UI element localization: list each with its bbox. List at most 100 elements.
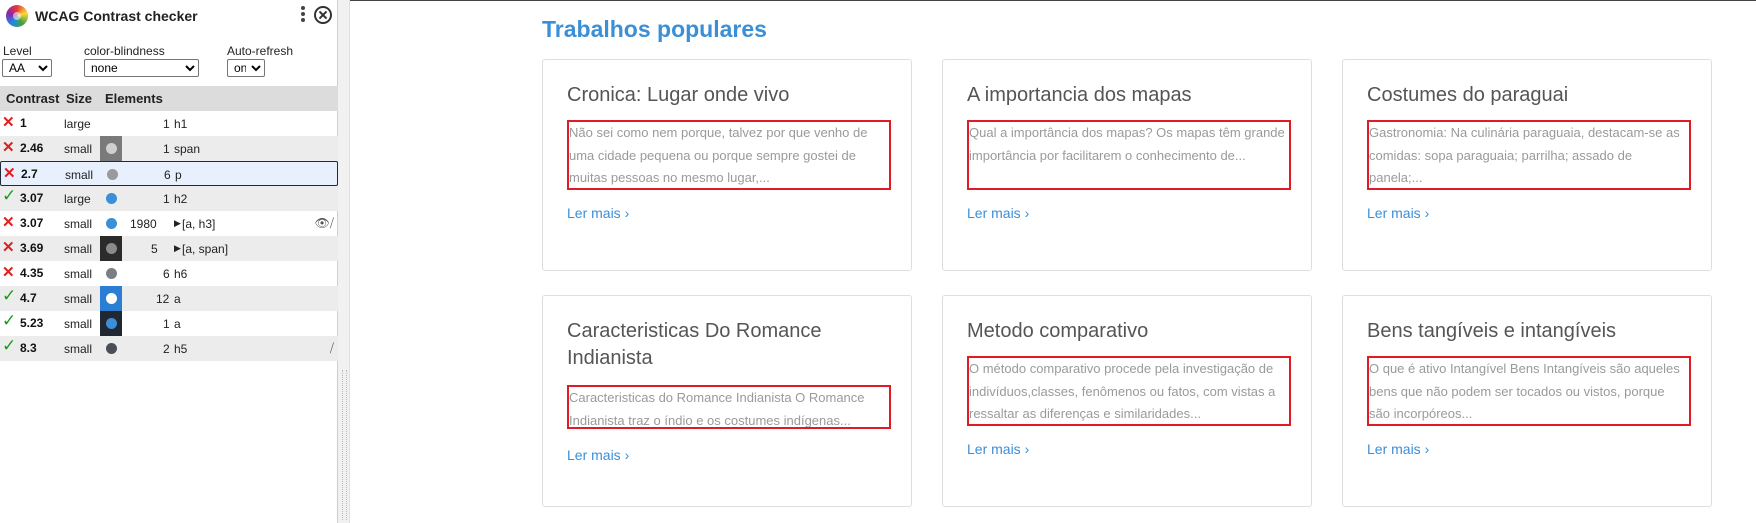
card-excerpt: O método comparativo procede pela invest… — [967, 356, 1291, 426]
element-count: 1 — [163, 142, 170, 156]
contrast-ratio: 5.23 — [20, 316, 44, 330]
contrast-ratio: 4.7 — [20, 291, 37, 305]
fail-x-icon: ✕ — [3, 165, 16, 182]
read-more-link[interactable]: Ler mais › — [967, 205, 1029, 221]
expand-triangle-icon[interactable]: ▶ — [174, 243, 181, 254]
fail-x-icon: ✕ — [2, 239, 15, 256]
card-title[interactable]: A importancia dos mapas — [967, 82, 1287, 109]
expand-triangle-icon[interactable]: ▶ — [174, 218, 181, 229]
read-more-link[interactable]: Ler mais › — [567, 205, 629, 221]
work-card: Caracteristicas Do Romance Indianista Car… — [542, 295, 912, 507]
read-more-link[interactable]: Ler mais › — [1367, 441, 1429, 457]
fail-x-icon: ✕ — [2, 139, 15, 156]
read-more-link[interactable]: Ler mais › — [1367, 205, 1429, 221]
pass-check-icon: ✓ — [2, 311, 17, 330]
fail-x-icon: ✕ — [2, 264, 15, 281]
color-swatch — [106, 218, 117, 229]
contrast-ratio: 3.07 — [20, 216, 44, 230]
element-count: 1 — [163, 192, 170, 206]
work-card: Bens tangíveis e intangíveis O que é ativ… — [1342, 295, 1712, 507]
result-row[interactable]: ✕ 3.07 small 1980 ▶ [a, h3] 👁⧸ — [0, 211, 338, 236]
more-options-icon[interactable] — [298, 5, 308, 27]
contrast-checker-panel: WCAG Contrast checker Level AA color-bli… — [0, 0, 338, 523]
color-swatch — [106, 193, 117, 204]
read-more-link[interactable]: Ler mais › — [967, 441, 1029, 457]
col-elements: Elements — [105, 91, 163, 106]
fail-x-icon: ✕ — [2, 114, 15, 131]
result-row[interactable]: ✕ 3.69 small 5 ▶ [a, span] — [0, 236, 338, 261]
text-size: small — [64, 142, 93, 156]
result-row[interactable]: ✕ 4.35 small 6 h6 — [0, 261, 338, 286]
card-excerpt: Não sei como nem porque, talvez por que … — [567, 120, 891, 190]
result-row[interactable]: ✕ 2.7 small 6 p — [0, 161, 338, 186]
element-count: 1 — [163, 117, 170, 131]
text-size: small — [65, 168, 94, 182]
element-list: a — [174, 292, 181, 306]
color-swatch — [106, 143, 117, 154]
contrast-ratio: 3.07 — [20, 191, 44, 205]
card-title[interactable]: Metodo comparativo — [967, 318, 1287, 345]
card-title[interactable]: Bens tangíveis e intangíveis — [1367, 318, 1687, 345]
color-swatch — [107, 169, 118, 180]
contrast-ratio: 8.3 — [20, 341, 37, 355]
result-row[interactable]: ✕ 2.46 small 1 span — [0, 136, 338, 161]
auto-refresh-label: Auto-refresh — [227, 44, 294, 58]
element-list: [a, h3] — [182, 217, 216, 231]
result-row[interactable]: ✓ 4.7 small 12 a — [0, 286, 338, 311]
level-select[interactable]: AA — [2, 59, 52, 77]
result-row[interactable]: ✕ 1 large 1 h1 — [0, 111, 338, 136]
element-count: 2 — [163, 342, 170, 356]
element-count: 12 — [156, 292, 170, 306]
section-title: Trabalhos populares — [542, 16, 767, 42]
panel-title: WCAG Contrast checker — [35, 8, 198, 24]
card-title[interactable]: Cronica: Lugar onde vivo — [567, 82, 887, 109]
card-excerpt: Caracteristicas do Romance Indianista O … — [567, 385, 891, 429]
element-list: span — [174, 142, 201, 156]
text-size: small — [64, 242, 93, 256]
contrast-ratio: 3.69 — [20, 241, 44, 255]
visibility-toggle-icon[interactable]: 👁⧸ — [315, 216, 334, 231]
contrast-ratio: 2.46 — [20, 141, 44, 155]
element-list: p — [175, 168, 182, 182]
close-icon[interactable] — [314, 6, 332, 24]
col-contrast: Contrast — [6, 91, 60, 106]
contrast-ratio: 1 — [20, 116, 27, 130]
element-count: 1 — [163, 317, 170, 331]
element-count: 6 — [164, 168, 171, 182]
pass-check-icon: ✓ — [2, 336, 17, 355]
element-list: [a, span] — [182, 242, 229, 256]
work-card: Metodo comparativo O método comparativo p… — [942, 295, 1312, 507]
result-row[interactable]: ✓ 3.07 large 1 h2 — [0, 186, 338, 211]
card-excerpt: O que é ativo Intangível Bens Intangívei… — [1367, 356, 1691, 426]
result-row[interactable]: ✓ 8.3 small 2 h5 ⧸ — [0, 336, 338, 361]
element-count: 5 — [151, 242, 158, 256]
auto-refresh-select[interactable]: on — [227, 59, 265, 77]
page-top-border — [350, 0, 1756, 1]
element-list: h2 — [174, 192, 188, 206]
card-title[interactable]: Costumes do paraguai — [1367, 82, 1687, 109]
element-list: h1 — [174, 117, 188, 131]
work-card: Costumes do paraguai Gastronomia: Na culi… — [1342, 59, 1712, 271]
contrast-ratio: 2.7 — [21, 167, 38, 181]
card-excerpt: Qual a importância dos mapas? Os mapas t… — [967, 120, 1291, 190]
pass-check-icon: ✓ — [2, 186, 17, 205]
contrast-ratio: 4.35 — [20, 266, 44, 280]
text-size: small — [64, 267, 93, 281]
visibility-toggle-icon[interactable]: ⧸ — [330, 341, 334, 356]
card-title[interactable]: Caracteristicas Do Romance Indianista — [567, 318, 887, 372]
element-list: a — [174, 317, 181, 331]
panel-resize-scrollbar[interactable] — [338, 0, 350, 523]
work-card: Cronica: Lugar onde vivo Não sei como nem… — [542, 59, 912, 271]
read-more-link[interactable]: Ler mais › — [567, 447, 629, 463]
color-blindness-label: color-blindness — [84, 44, 165, 58]
work-card: A importancia dos mapas Qual a importânci… — [942, 59, 1312, 271]
pass-check-icon: ✓ — [2, 286, 17, 305]
result-row[interactable]: ✓ 5.23 small 1 a — [0, 311, 338, 336]
text-size: small — [64, 317, 93, 331]
fail-x-icon: ✕ — [2, 214, 15, 231]
text-size: small — [64, 342, 93, 356]
color-blindness-select[interactable]: none — [84, 59, 199, 77]
text-size: small — [64, 217, 93, 231]
text-size: large — [64, 192, 91, 206]
element-list: h6 — [174, 267, 188, 281]
